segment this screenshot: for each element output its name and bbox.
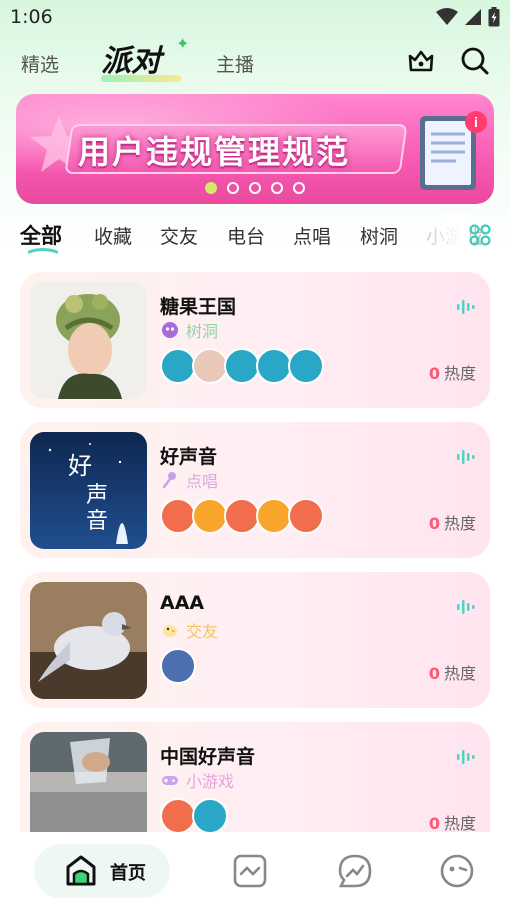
category-tab-radio[interactable]: 电台 bbox=[227, 222, 265, 249]
crown-icon[interactable] bbox=[404, 44, 438, 78]
heat-value: 0 bbox=[428, 814, 440, 833]
gamepad-icon bbox=[162, 776, 178, 785]
heat-label: 热度 bbox=[443, 814, 476, 833]
banner-pagination bbox=[16, 182, 494, 194]
room-tag-label: 树洞 bbox=[186, 322, 219, 341]
poster-text: 音 bbox=[86, 509, 108, 534]
tv-icon[interactable] bbox=[231, 852, 269, 890]
room-title: 糖果王国 bbox=[160, 296, 237, 318]
promo-banner[interactable]: 用户违规管理规范 i bbox=[16, 94, 494, 204]
heat-value: 0 bbox=[428, 514, 440, 533]
heat-value: 0 bbox=[428, 664, 440, 683]
ghost-icon bbox=[162, 322, 178, 338]
room-category-tag: 小游戏 bbox=[160, 768, 234, 792]
room-cover: 好 声 音 bbox=[30, 432, 147, 549]
avatar bbox=[224, 498, 260, 534]
room-cover bbox=[30, 582, 147, 699]
member-avatars bbox=[160, 648, 196, 684]
member-avatars bbox=[160, 798, 228, 834]
chick-icon bbox=[163, 625, 177, 637]
room-heat: 0 热度 bbox=[429, 660, 476, 684]
member-avatars bbox=[160, 498, 324, 534]
room-tag-label: 点唱 bbox=[186, 472, 219, 491]
status-bar: 1:06 bbox=[0, 0, 510, 34]
bottom-navigation: 首页 bbox=[0, 832, 510, 908]
room-category-tag: 树洞 bbox=[160, 318, 218, 342]
room-tag-label: 小游戏 bbox=[186, 772, 235, 791]
avatar bbox=[192, 798, 228, 834]
room-cover bbox=[30, 282, 147, 399]
category-fade bbox=[414, 214, 470, 258]
avatar bbox=[192, 498, 228, 534]
room-category-tag: 点唱 bbox=[160, 468, 218, 492]
audio-wave-icon bbox=[457, 300, 475, 314]
profile-face-icon[interactable] bbox=[438, 852, 476, 890]
pagination-dot[interactable] bbox=[271, 182, 283, 194]
pagination-dot[interactable] bbox=[249, 182, 261, 194]
heat-label: 热度 bbox=[443, 364, 476, 383]
status-icons bbox=[436, 7, 500, 27]
audio-wave-icon bbox=[457, 450, 475, 464]
poster-text: 好 bbox=[68, 452, 92, 480]
room-title: 好声音 bbox=[160, 446, 218, 468]
tab-featured[interactable]: 精选 bbox=[21, 50, 59, 77]
category-tab-friends[interactable]: 交友 bbox=[160, 222, 198, 249]
avatar bbox=[160, 648, 196, 684]
poster-text: 声 bbox=[86, 483, 108, 508]
category-tabs: 全部 收藏 交友 电台 点唱 树洞 小游戏 bbox=[0, 214, 510, 258]
category-tab-tree-hole[interactable]: 树洞 bbox=[360, 222, 398, 249]
status-time: 1:06 bbox=[10, 6, 53, 28]
battery-icon bbox=[488, 7, 500, 27]
heat-value: 0 bbox=[428, 364, 440, 383]
nav-home-button[interactable]: 首页 bbox=[34, 844, 170, 898]
signal-icon bbox=[465, 9, 481, 25]
tab-party[interactable]: 派对 bbox=[101, 36, 161, 80]
wifi-icon bbox=[436, 8, 458, 25]
member-avatars bbox=[160, 348, 324, 384]
top-tabs: 精选 派对 ✦ 主播 bbox=[0, 34, 510, 88]
grid-icon[interactable] bbox=[469, 224, 491, 246]
avatar bbox=[224, 348, 260, 384]
sparkle-icon: ✦ bbox=[176, 34, 190, 53]
pagination-dot[interactable] bbox=[205, 182, 217, 194]
chat-trend-icon[interactable] bbox=[336, 852, 374, 890]
avatar bbox=[288, 498, 324, 534]
active-category-underline bbox=[28, 248, 58, 254]
room-card[interactable]: 糖果王国 树洞 0 热度 bbox=[20, 272, 490, 408]
room-title: AAA bbox=[160, 592, 205, 614]
room-heat: 0 热度 bbox=[429, 510, 476, 534]
audio-wave-icon bbox=[457, 600, 475, 614]
nav-home-label: 首页 bbox=[110, 863, 146, 884]
heat-label: 热度 bbox=[443, 664, 476, 683]
avatar bbox=[160, 498, 196, 534]
avatar bbox=[256, 348, 292, 384]
room-tag-label: 交友 bbox=[186, 622, 219, 641]
room-heat: 0 热度 bbox=[429, 360, 476, 384]
category-tab-all[interactable]: 全部 bbox=[20, 220, 62, 250]
search-icon[interactable] bbox=[458, 44, 492, 78]
pagination-dot[interactable] bbox=[293, 182, 305, 194]
banner-title: 用户违规管理规范 bbox=[78, 133, 351, 171]
room-heat: 0 热度 bbox=[429, 810, 476, 834]
room-title: 中国好声音 bbox=[160, 746, 256, 768]
microphone-icon bbox=[162, 472, 176, 489]
avatar bbox=[160, 348, 196, 384]
category-tab-song-request[interactable]: 点唱 bbox=[293, 222, 331, 249]
category-tab-favorites[interactable]: 收藏 bbox=[94, 222, 132, 249]
avatar bbox=[160, 798, 196, 834]
banner-badge: i bbox=[474, 114, 478, 130]
avatar bbox=[256, 498, 292, 534]
heat-label: 热度 bbox=[443, 514, 476, 533]
room-card[interactable]: 好 声 音 好声音 点唱 0 热度 bbox=[20, 422, 490, 558]
home-icon bbox=[66, 855, 96, 886]
avatar bbox=[192, 348, 228, 384]
audio-wave-icon bbox=[457, 750, 475, 764]
avatar bbox=[288, 348, 324, 384]
room-card[interactable]: AAA 交友 0 热度 bbox=[20, 572, 490, 708]
room-category-tag: 交友 bbox=[160, 618, 218, 642]
pagination-dot[interactable] bbox=[227, 182, 239, 194]
tab-host[interactable]: 主播 bbox=[216, 50, 254, 77]
